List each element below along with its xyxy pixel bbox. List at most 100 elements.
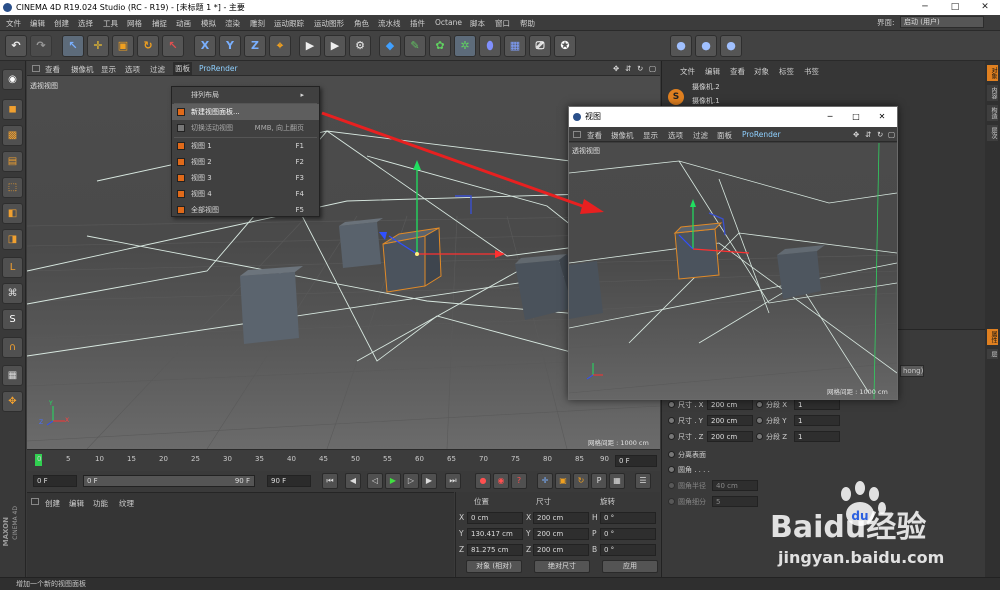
menu-character[interactable]: 角色 [354,18,369,29]
size-y-field[interactable]: 200 cm [707,415,753,426]
undo-icon[interactable]: ↶ [5,35,27,57]
record-icon[interactable]: ● [475,473,491,489]
panel-menu-view-2[interactable]: 视图 2 F2 [172,154,319,170]
menu-octane[interactable]: Octane [435,18,462,27]
main-viewport[interactable]: 透视视图 Y Z X 网格间距 : 1000 cm [27,76,660,449]
mat-menu-create[interactable]: 创建 [45,498,60,509]
render-picture-viewer-icon[interactable]: ▶ [324,35,346,57]
segments-z-field[interactable]: 1 [794,431,840,442]
om-menu-bookmarks[interactable]: 书签 [804,66,819,77]
redo-icon[interactable]: ↷ [30,35,52,57]
snap-settings-icon[interactable]: S [668,89,684,105]
end-frame-field[interactable]: 90 F [267,475,311,487]
timeline-menu-icon[interactable]: ☰ [635,473,651,489]
move-icon[interactable]: ✛ [87,35,109,57]
render-view-icon[interactable]: ▶ [299,35,321,57]
segments-y-radio[interactable] [756,417,763,424]
floating-viewport[interactable]: 透视视图 网格间距 : 1000 cm [569,143,897,399]
make-editable-icon[interactable]: ◉ [2,69,23,90]
cube-icon[interactable]: ◆ [379,35,401,57]
coord-apply-button[interactable]: 应用 [602,560,658,573]
vp-menu-cameras[interactable]: 摄像机 [71,64,94,75]
coord-size-x-field[interactable]: 200 cm [533,512,589,524]
tab-layers[interactable]: 层 [987,349,998,359]
fillet-radio[interactable] [668,466,675,473]
size-z-radio[interactable] [668,433,675,440]
float-maximize-button[interactable]: □ [843,107,869,127]
viewport-grip-icon[interactable] [32,65,40,72]
tab-content-browser[interactable]: 内容 [987,85,998,101]
mat-menu-function[interactable]: 功能 [93,498,108,509]
panel-menu-arrange-layout[interactable]: 排列布局 ▸ [172,87,319,103]
timeline-ruler[interactable]: 0 5 10 15 20 25 30 35 40 45 50 55 60 65 … [27,449,660,471]
coord-pos-z-field[interactable]: 81.275 cm [467,544,523,556]
timeline-frame-field[interactable]: 0 F [615,455,657,467]
vp-menu-prorender[interactable]: ProRender [199,64,238,73]
mat-menu-edit[interactable]: 编辑 [69,498,84,509]
panel-menu-new-view-panel[interactable]: 新建视图面板... [172,104,319,120]
vp-menu-view[interactable]: 查看 [45,64,60,75]
object-row-camera-2[interactable]: 摄像机.2 [692,82,720,92]
fv-menu-prorender[interactable]: ProRender [742,130,781,139]
points-mode-icon[interactable]: ⬚ [2,177,23,198]
phong-tag-label[interactable]: hong) [900,365,924,377]
planar-workplane-icon[interactable]: ✥ [2,391,23,412]
menu-file[interactable]: 文件 [6,18,21,29]
goto-start-icon[interactable]: ⏮ [322,473,338,489]
menu-edit[interactable]: 编辑 [30,18,45,29]
fillet-radius-field[interactable]: 40 cm [712,480,758,491]
fv-navigate-icon[interactable]: ✥ [853,130,859,139]
fillet-subdivision-field[interactable]: 5 [712,496,758,507]
coord-pos-y-field[interactable]: 130.417 cm [467,528,523,540]
vp-maximize-icon[interactable]: ▢ [649,64,656,73]
size-x-radio[interactable] [668,401,675,408]
menu-select[interactable]: 选择 [78,18,93,29]
object-row-camera-1[interactable]: 摄像机.1 [692,96,720,106]
fv-menu-cameras[interactable]: 摄像机 [611,130,634,141]
menu-plugins[interactable]: 插件 [410,18,425,29]
menu-mesh[interactable]: 网格 [127,18,142,29]
om-menu-tags[interactable]: 标签 [779,66,794,77]
float-close-button[interactable]: ✕ [869,107,895,127]
panel-menu-cycle-active-view[interactable]: 切换活动视图 MMB, 向上翻页 [172,120,319,136]
key-position-icon[interactable]: ✛ [537,473,553,489]
start-frame-field[interactable]: 0 F [33,475,77,487]
prev-key-icon[interactable]: ◀ [345,473,361,489]
coord-size-mode-select[interactable]: 绝对尺寸 [534,560,590,573]
size-y-radio[interactable] [668,417,675,424]
array-icon[interactable]: ✲ [454,35,476,57]
menu-render[interactable]: 渲染 [225,18,240,29]
mat-menu-texture[interactable]: 纹理 [119,498,134,509]
play-icon[interactable]: ▶ [385,473,401,489]
vp-navigate-icon[interactable]: ✥ [613,64,619,73]
coord-mode-select[interactable]: 对象 (相对) [466,560,522,573]
om-menu-edit[interactable]: 编辑 [705,66,720,77]
segments-x-radio[interactable] [756,401,763,408]
axis-mode-icon[interactable]: L [2,257,23,278]
vp-rotate-icon[interactable]: ↻ [637,64,643,73]
om-menu-file[interactable]: 文件 [680,66,695,77]
floating-view-panel[interactable]: 视图 ─ □ ✕ 查看 摄像机 显示 选项 过滤 面板 ProRender ✥ … [568,106,898,400]
vp-menu-panel[interactable]: 面板 [173,62,192,75]
frame-range-slider[interactable]: 0 F 90 F [83,475,255,487]
float-grip-icon[interactable] [573,131,581,138]
coord-rot-p-field[interactable]: 0 ° [600,528,656,540]
live-select-icon[interactable]: ↖ [62,35,84,57]
fv-menu-display[interactable]: 显示 [643,130,658,141]
keyframe-selection-icon[interactable]: ? [511,473,527,489]
fv-menu-options[interactable]: 选项 [668,130,683,141]
rotate-icon[interactable]: ↻ [137,35,159,57]
tab-structure[interactable]: 构造 [987,105,998,121]
next-key-icon[interactable]: ▶ [421,473,437,489]
vp-menu-filter[interactable]: 过滤 [150,64,165,75]
panel-menu-all-views[interactable]: 全部视图 F5 [172,202,319,218]
deformer-icon[interactable]: ⬮ [479,35,501,57]
fv-dolly-icon[interactable]: ⇵ [865,130,871,139]
texture-mode-icon[interactable]: ▩ [2,125,23,146]
render-settings-icon[interactable]: ⚙ [349,35,371,57]
menu-snap[interactable]: 捕捉 [152,18,167,29]
octane-material-icon[interactable]: ● [695,35,717,57]
fv-menu-view[interactable]: 查看 [587,130,602,141]
pen-spline-icon[interactable]: ✎ [404,35,426,57]
menu-tools[interactable]: 工具 [103,18,118,29]
